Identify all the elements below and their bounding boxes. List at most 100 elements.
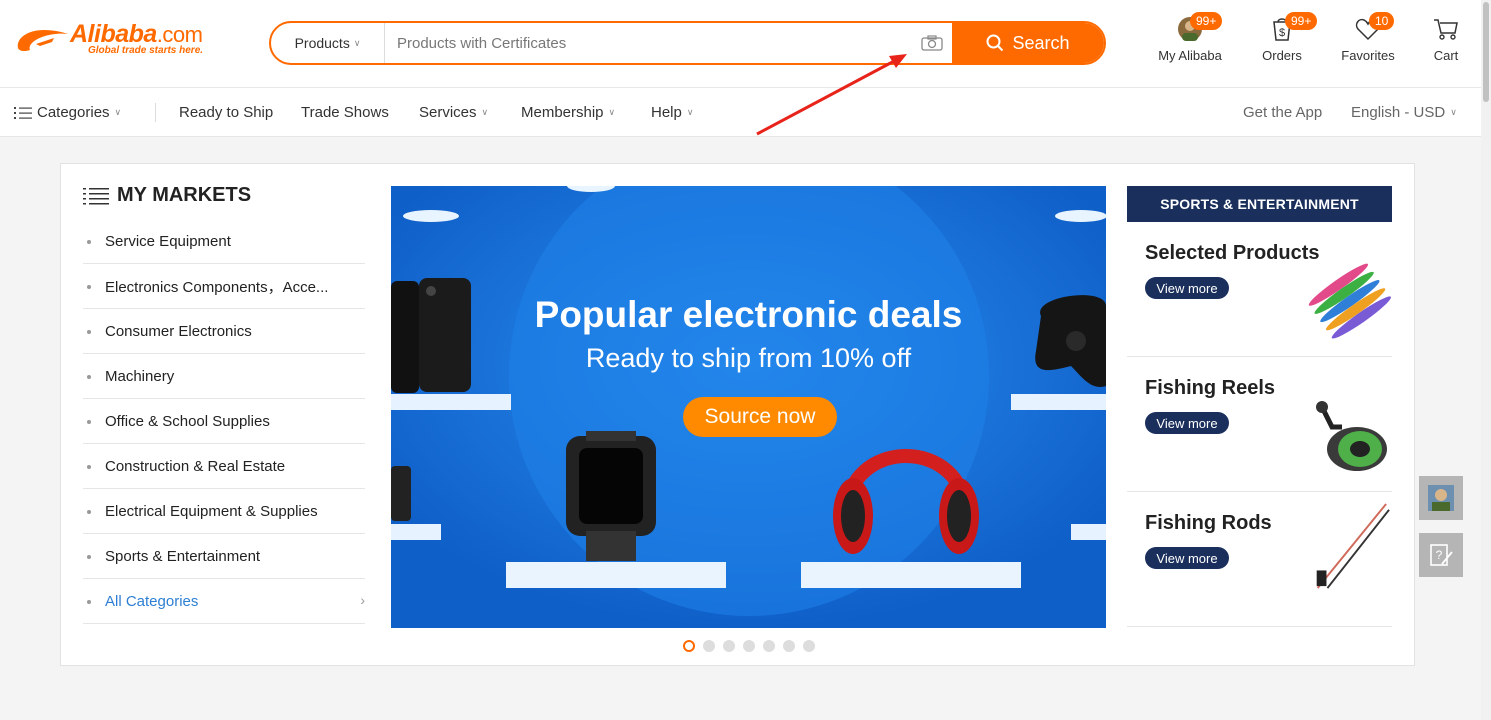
view-more-button[interactable]: View more — [1145, 547, 1229, 569]
nav-trade-shows[interactable]: Trade Shows — [301, 104, 389, 121]
sports-entertainment-header[interactable]: SPORTS & ENTERTAINMENT — [1127, 186, 1392, 222]
categories-menu[interactable]: Categories ∨ — [14, 104, 121, 121]
my-alibaba-label: My Alibaba — [1158, 48, 1222, 63]
bullet-dot — [87, 465, 91, 469]
market-item[interactable]: Service Equipment — [83, 219, 365, 264]
nav-membership[interactable]: Membership ∨ — [521, 104, 615, 121]
logo-tagline: Global trade starts here. — [88, 45, 204, 56]
my-markets-title: MY MARKETS — [83, 184, 251, 207]
get-the-app-link[interactable]: Get the App — [1243, 104, 1322, 121]
search-input[interactable] — [385, 23, 905, 63]
logo-mark-icon — [17, 30, 69, 52]
market-item[interactable]: Sports & Entertainment — [83, 534, 365, 579]
chevron-down-icon: ∨ — [686, 107, 694, 117]
cart-icon — [1434, 19, 1458, 40]
my-alibaba-button[interactable]: My Alibaba 99+ — [1156, 12, 1224, 63]
list-menu-icon — [83, 187, 109, 204]
banner-title: Popular electronic deals — [534, 294, 963, 335]
chevron-down-icon: ∨ — [353, 37, 361, 48]
language-currency-select[interactable]: English - USD ∨ — [1351, 104, 1457, 121]
source-now-button[interactable]: Source now — [683, 397, 837, 437]
promo-fishing-reels[interactable]: Fishing Reels View more — [1127, 357, 1392, 492]
bullet-dot — [87, 240, 91, 244]
market-item-label: Electronics Components，Acce... — [105, 278, 329, 296]
bullet-dot — [87, 510, 91, 514]
view-more-button[interactable]: View more — [1145, 412, 1229, 434]
floating-avatar-button[interactable] — [1419, 476, 1463, 520]
nav-trade-shows-label: Trade Shows — [301, 104, 389, 121]
carousel-dot[interactable] — [783, 640, 795, 652]
cart-button[interactable]: Cart — [1431, 14, 1461, 63]
page-scrollbar[interactable] — [1481, 0, 1491, 720]
promo-fishing-rods[interactable]: Fishing Rods View more — [1127, 492, 1392, 627]
carousel-dots — [683, 640, 815, 652]
promo-selected-products[interactable]: Selected Products View more — [1127, 222, 1392, 357]
banner-subtitle: Ready to ship from 10% off — [585, 343, 912, 373]
bullet-dot — [87, 420, 91, 424]
scrollbar-thumb[interactable] — [1483, 2, 1489, 102]
market-item-label: Service Equipment — [105, 232, 231, 250]
orders-button[interactable]: $ Orders 99+ — [1261, 12, 1318, 63]
market-item-label: Sports & Entertainment — [105, 547, 261, 565]
nav-services[interactable]: Services ∨ — [419, 104, 488, 121]
market-item[interactable]: Consumer Electronics — [83, 309, 365, 354]
search-bar: Products ∨ Search — [269, 21, 1106, 65]
market-item[interactable]: Construction & Real Estate — [83, 444, 365, 489]
all-categories-link[interactable]: All Categories › — [83, 579, 365, 624]
my-alibaba-badge: 99+ — [1190, 12, 1223, 30]
nav-help-label: Help — [651, 104, 682, 121]
carousel-dot[interactable] — [683, 640, 695, 652]
bullet-dot — [87, 330, 91, 334]
fishing-reel-image — [1316, 401, 1387, 471]
nav-bar: Categories ∨ Ready to Ship Trade Shows S… — [0, 88, 1481, 137]
market-item-label: Electrical Equipment & Supplies — [105, 502, 318, 520]
promo-title: Selected Products — [1145, 242, 1320, 264]
bullet-dot — [87, 375, 91, 379]
chevron-right-icon: › — [360, 592, 365, 608]
svg-text:?: ? — [1436, 548, 1443, 562]
market-item-label: Office & School Supplies — [105, 412, 270, 430]
market-item-label: Machinery — [105, 367, 175, 385]
market-item[interactable]: Electronics Components，Acce... — [83, 264, 365, 309]
promo-title: Fishing Reels — [1145, 377, 1276, 399]
camera-icon[interactable] — [921, 35, 943, 51]
market-item-label: Consumer Electronics — [105, 322, 252, 340]
carousel-dot[interactable] — [703, 640, 715, 652]
site-header: Alibaba.com Global trade starts here. Pr… — [0, 0, 1481, 88]
search-icon — [986, 34, 1004, 52]
all-categories-label: All Categories — [105, 592, 199, 610]
market-item[interactable]: Office & School Supplies — [83, 399, 365, 444]
feedback-button[interactable]: ? — [1419, 533, 1463, 577]
feedback-edit-icon: ? — [1430, 544, 1453, 566]
carousel-dot[interactable] — [763, 640, 775, 652]
orders-badge: 99+ — [1285, 12, 1318, 30]
cart-label: Cart — [1433, 48, 1459, 63]
market-item[interactable]: Machinery — [83, 354, 365, 399]
carousel-dot[interactable] — [803, 640, 815, 652]
main-content-card: MY MARKETS Service Equipment Electronics… — [60, 163, 1415, 666]
nav-services-label: Services — [419, 104, 477, 121]
favorites-button[interactable]: Favorites 10 — [1339, 12, 1397, 63]
categories-label: Categories — [37, 104, 110, 121]
carousel-dot[interactable] — [743, 640, 755, 652]
search-type-select[interactable]: Products ∨ — [271, 23, 385, 63]
search-button[interactable]: Search — [952, 23, 1104, 63]
promo-title: Fishing Rods — [1145, 512, 1272, 534]
favorites-label: Favorites — [1341, 48, 1395, 63]
markets-list: Service Equipment Electronics Components… — [83, 219, 365, 624]
chevron-down-icon: ∨ — [608, 107, 616, 117]
alibaba-logo[interactable]: Alibaba.com Global trade starts here. — [14, 20, 229, 60]
carousel-dot[interactable] — [723, 640, 735, 652]
market-item[interactable]: Electrical Equipment & Supplies — [83, 489, 365, 534]
get-the-app-label: Get the App — [1243, 104, 1323, 121]
hero-banner[interactable]: Popular electronic deals Ready to ship f… — [391, 186, 1106, 628]
orders-label: Orders — [1262, 48, 1302, 63]
chevron-down-icon: ∨ — [481, 107, 489, 117]
favorites-badge: 10 — [1369, 12, 1395, 30]
nav-divider — [155, 103, 156, 122]
view-more-button[interactable]: View more — [1145, 277, 1229, 299]
nav-help[interactable]: Help ∨ — [651, 104, 693, 121]
svg-text:$: $ — [1279, 27, 1285, 39]
nav-ready-to-ship[interactable]: Ready to Ship — [179, 104, 273, 121]
language-currency-label: English - USD — [1351, 104, 1446, 121]
